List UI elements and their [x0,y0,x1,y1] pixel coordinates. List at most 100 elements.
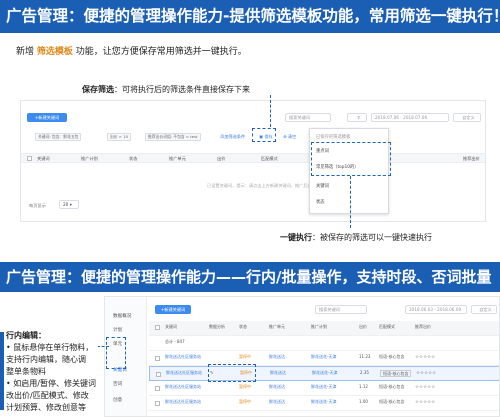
column-header[interactable]: 关键词 [165,324,177,329]
date-range-picker[interactable]: 2018.07.06 - 2018.07.06 [371,113,449,122]
clear-filter-label: 清空 [287,134,297,139]
keyword-cell[interactable]: 鲜花送达社区服务站 [165,384,201,389]
note-line: 支持行内编辑，随心调 [6,355,86,364]
keyword-cell[interactable]: 鲜花送达社区服务站 [165,399,201,404]
column-header[interactable]: 推荐出价 [415,324,431,329]
callout-text: ：被保存的筛选可以一键快速执行 [312,233,432,242]
rating-stars: ☆☆☆☆☆ [416,371,437,376]
chevron-down-icon: ▾ [69,202,72,207]
select-all-checkbox[interactable] [155,325,160,330]
filter-icon: ⊽ [356,115,361,120]
bid-cell[interactable]: 1.00 [359,399,368,404]
note-line: 整单条物料 [6,367,46,376]
custom-columns-button[interactable]: 自定义 [453,113,481,122]
plan-cell[interactable]: 鲜花送花-天津 [311,399,336,404]
unit-cell[interactable]: 鲜花送达 [270,370,286,375]
row-checkbox[interactable] [155,401,160,406]
note-line: 改出价/匹配模式、修改 [6,391,89,400]
column-header[interactable]: 推广计划 [311,324,327,329]
filter-chip[interactable]: 出价 > 10 [107,133,132,141]
column-header[interactable]: 数据分析 [209,324,225,329]
dropdown-item[interactable]: 状态 [316,199,325,205]
table-row-total: 总计 - 847 [149,336,499,351]
sidebar-item-negative-words[interactable]: 否词 [113,381,122,387]
match-cell[interactable]: 短语-核心包含 [379,384,404,389]
unit-cell[interactable]: 鲜花送达 [269,399,285,404]
bid-cell[interactable]: 1.12 [359,384,368,389]
rating-stars: ☆☆☆☆☆ [415,385,436,390]
sidebar-highlight-box [106,337,126,369]
callout-title: 保存筛选 [82,85,114,94]
row-checkbox[interactable] [156,372,161,377]
page-size-select[interactable]: 20 ▾ [59,200,79,209]
sidebar-item-plan[interactable]: 计划 [113,327,122,333]
intro-highlight: 筛选模板 [36,47,73,57]
table-header: 关键词 数据分析 状态 推广单元 推广计划 出价 匹配模式 推荐出价 [149,321,499,336]
note-accent-bar [0,332,4,410]
dropdown-header: 已保存的筛选模板 [316,135,351,140]
table-row[interactable]: 鲜花送达社区服务站 暂停中 鲜花送达 鲜花送花-天津 11.23 短语-核心包含… [149,351,499,366]
unit-cell[interactable]: 鲜花送达 [269,354,285,359]
row-checkbox[interactable] [155,356,160,361]
sidebar-item-creative[interactable]: 创意 [113,397,122,403]
column-header[interactable]: 推荐出价 [463,156,480,162]
clear-filter-link[interactable]: ⊗ 清空 [283,134,296,140]
column-header[interactable]: 出价 [217,156,225,162]
date-range-picker[interactable]: 2018.06.03 - 2018.06.09 [405,305,467,314]
table-row[interactable]: 鲜花送达社区服务站 暂停中 鲜花送达 鲜花送花-天津 1.12 短语-核心包含 … [149,381,499,396]
intro-suffix: 功能，让您方便保存常用筛选并一键执行。 [75,47,247,57]
save-filter-callout: 保存筛选：可将执行后的筛选条件直接保存下来 [82,84,250,96]
bid-cell[interactable]: 2.35 [360,370,369,375]
exec-connector-line [350,176,351,228]
save-connector-line [270,95,271,127]
plan-cell[interactable]: 鲜花送花-天津 [311,354,336,359]
filter-chip[interactable]: 推荐出价词组: 不包含 > test [145,133,201,141]
column-header[interactable]: 推广单元 [269,324,285,329]
sidebar-item-overview[interactable]: 数据概况 [113,313,131,319]
column-header[interactable]: 出价 [359,324,367,329]
status-cell[interactable]: 暂停中 [239,384,251,389]
unit-cell[interactable]: 鲜花送达 [269,384,285,389]
new-keyword-button[interactable]: +新建关键词 [155,305,191,314]
column-header[interactable]: 关键词 [37,156,50,162]
column-header[interactable]: 匹配模式 [261,156,278,162]
note-title: 行内编辑： [6,331,46,340]
row-checkbox[interactable] [155,386,160,391]
match-cell[interactable]: 短语-核心包含 [379,354,404,359]
search-input[interactable]: 搜索关键词 [315,305,367,314]
add-filter-link[interactable]: 添加筛选条件 [220,134,245,140]
column-header[interactable]: 状态 [239,324,247,329]
select-all-checkbox[interactable] [27,156,32,161]
intro-prefix: 新增 [16,47,35,57]
search-input[interactable]: 搜索关键词 [285,113,331,122]
column-header[interactable]: 推广计划 [81,156,98,162]
bid-cell[interactable]: 11.23 [359,354,370,359]
inline-edit-highlight-box [208,364,256,382]
table-row-hover[interactable]: 鲜花送达社区服务站 ✎ 暂停中 鲜花送达 鲜花送花-天津 2.35 短语-核心包… [149,366,499,381]
keyword-cell[interactable]: 鲜花送达社区服务站 [165,354,201,359]
plan-cell[interactable]: 鲜花送花-天津 [312,370,337,375]
status-cell[interactable]: 暂停中 [239,354,251,359]
page-size-value: 20 [63,202,69,207]
table-row[interactable]: 鲜花送达社区服务站 暂停中 鲜花送达 鲜花送花-天津 1.00 短语-核心包含 … [149,396,499,411]
dropdown-item[interactable]: 关键词 [316,183,329,189]
top-banner: 广告管理：便捷的管理操作能力-提供筛选模板功能，常用筛选一键执行！ [0,0,500,33]
custom-columns-button[interactable]: 自定义 [471,305,497,314]
keyword-cell[interactable]: 鲜花送达社区服务站 [166,370,202,375]
plan-cell[interactable]: 鲜花送花-天津 [311,384,336,389]
rating-stars: ☆☆☆☆☆ [415,400,436,405]
column-header[interactable]: 推广单元 [169,156,186,162]
template-highlight-box [311,142,391,176]
new-keyword-button[interactable]: +新建关键词 [27,113,67,122]
filter-icon-button[interactable]: ⊽ [347,113,367,122]
one-click-callout: 一键执行：被保存的筛选可以一键快速执行 [280,232,432,244]
filter-template-screenshot: +新建关键词 搜索关键词 ⊽ 2018.07.06 - 2018.07.06 自… [20,100,486,222]
inline-edit-screenshot: 数据概况 计划 单元 关键词 否词 创意 +新建关键词 搜索关键词 2018.0… [104,296,500,417]
status-cell[interactable]: 暂停中 [239,399,251,404]
column-header[interactable]: 匹配模式 [379,324,395,329]
column-header[interactable]: 状态 [129,156,137,162]
filter-chip[interactable]: 关键词: 包含：鲜花五包 [35,133,82,141]
note-line: 计划预算、修改创意等 [6,403,86,412]
match-cell[interactable]: 短语-核心包含 [379,399,404,404]
match-select[interactable]: 短语-核心包含 [380,370,412,377]
